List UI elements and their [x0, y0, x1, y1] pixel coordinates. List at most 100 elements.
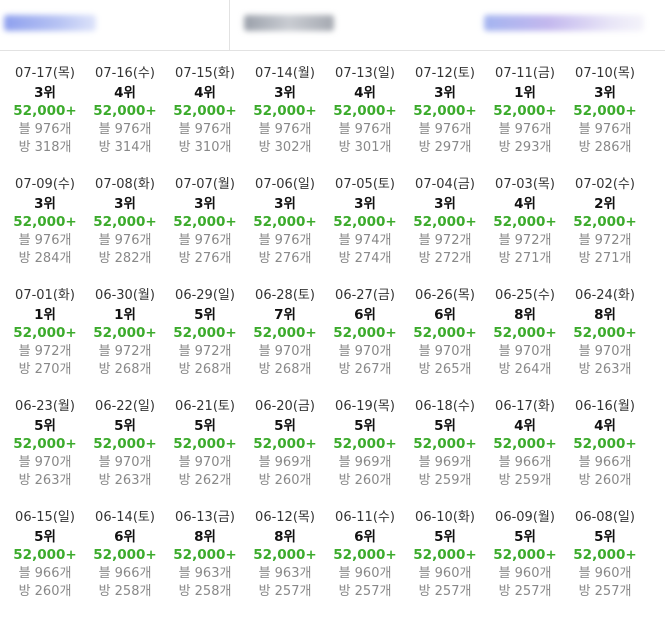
day-blog-count: 블 969개 — [338, 454, 392, 470]
day-card: 06-14(토) 6위 52,000+ 블 966개 방 258개 — [85, 509, 165, 620]
day-blog-count: 블 976개 — [498, 121, 552, 137]
day-rank: 3위 — [34, 84, 56, 101]
day-count: 52,000+ — [493, 214, 557, 230]
day-blog-count: 블 969개 — [418, 454, 472, 470]
day-count: 52,000+ — [173, 325, 237, 341]
day-blog-count: 블 972개 — [418, 232, 472, 248]
day-room-count: 방 260개 — [18, 584, 72, 599]
day-date: 06-12(목) — [255, 510, 315, 525]
day-count: 52,000+ — [253, 436, 317, 452]
day-room-count: 방 258개 — [98, 584, 152, 599]
day-blog-count: 블 972개 — [18, 343, 72, 359]
day-rank: 5위 — [34, 417, 56, 434]
day-count: 52,000+ — [13, 436, 77, 452]
day-card: 06-25(수) 8위 52,000+ 블 970개 방 264개 — [485, 287, 565, 398]
day-count: 52,000+ — [173, 103, 237, 119]
day-count: 52,000+ — [93, 214, 157, 230]
day-date: 06-24(화) — [575, 288, 635, 303]
day-date: 07-08(화) — [95, 177, 155, 192]
day-rank: 3위 — [114, 195, 136, 212]
day-rank: 8위 — [514, 306, 536, 323]
day-date: 07-01(화) — [15, 288, 75, 303]
day-rank: 5위 — [194, 306, 216, 323]
day-count: 52,000+ — [493, 547, 557, 563]
blurred-link[interactable] — [484, 15, 644, 31]
day-room-count: 방 257개 — [498, 584, 552, 599]
day-card: 07-10(목) 3위 52,000+ 블 976개 방 286개 — [565, 65, 645, 176]
day-count: 52,000+ — [493, 436, 557, 452]
day-count: 52,000+ — [333, 547, 397, 563]
day-date: 06-19(목) — [335, 399, 395, 414]
day-date: 06-22(일) — [95, 399, 155, 414]
day-count: 52,000+ — [173, 214, 237, 230]
day-count: 52,000+ — [573, 325, 637, 341]
day-date: 07-15(화) — [175, 66, 235, 81]
day-rank: 4위 — [514, 417, 536, 434]
day-rank: 5위 — [274, 417, 296, 434]
day-rank: 3위 — [434, 195, 456, 212]
day-date: 06-30(월) — [95, 288, 155, 303]
day-date: 06-13(금) — [175, 510, 235, 525]
day-rank: 6위 — [114, 528, 136, 545]
day-count: 52,000+ — [253, 103, 317, 119]
day-rank: 4위 — [594, 417, 616, 434]
day-room-count: 방 286개 — [578, 140, 632, 155]
day-blog-count: 블 970개 — [18, 454, 72, 470]
day-date: 06-09(월) — [495, 510, 555, 525]
day-card: 06-27(금) 6위 52,000+ 블 970개 방 267개 — [325, 287, 405, 398]
day-blog-count: 블 976개 — [178, 232, 232, 248]
day-room-count: 방 270개 — [18, 362, 72, 377]
day-date: 06-27(금) — [335, 288, 395, 303]
day-room-count: 방 271개 — [498, 251, 552, 266]
day-rank: 3위 — [194, 195, 216, 212]
daily-stats-grid: 07-17(목) 3위 52,000+ 블 976개 방 318개 07-16(… — [0, 51, 665, 620]
day-rank: 7위 — [274, 306, 296, 323]
day-blog-count: 블 976개 — [178, 121, 232, 137]
day-date: 07-17(목) — [15, 66, 75, 81]
day-date: 07-06(일) — [255, 177, 315, 192]
day-blog-count: 블 972개 — [98, 343, 152, 359]
day-blog-count: 블 976개 — [18, 121, 72, 137]
day-rank: 2위 — [594, 195, 616, 212]
day-count: 52,000+ — [253, 547, 317, 563]
day-blog-count: 블 970개 — [258, 343, 312, 359]
day-rank: 8위 — [594, 306, 616, 323]
day-count: 52,000+ — [333, 325, 397, 341]
day-count: 52,000+ — [493, 325, 557, 341]
day-blog-count: 블 966개 — [498, 454, 552, 470]
day-card: 06-15(일) 5위 52,000+ 블 966개 방 260개 — [5, 509, 85, 620]
day-room-count: 방 265개 — [418, 362, 472, 377]
day-date: 06-18(수) — [415, 399, 475, 414]
day-blog-count: 블 976개 — [418, 121, 472, 137]
day-card: 07-12(토) 3위 52,000+ 블 976개 방 297개 — [405, 65, 485, 176]
day-room-count: 방 258개 — [178, 584, 232, 599]
day-blog-count: 블 969개 — [258, 454, 312, 470]
day-count: 52,000+ — [13, 103, 77, 119]
day-room-count: 방 276개 — [178, 251, 232, 266]
day-card: 06-29(일) 5위 52,000+ 블 972개 방 268개 — [165, 287, 245, 398]
day-count: 52,000+ — [13, 325, 77, 341]
day-room-count: 방 276개 — [258, 251, 312, 266]
day-blog-count: 블 970개 — [418, 343, 472, 359]
day-blog-count: 블 960개 — [418, 565, 472, 581]
day-count: 52,000+ — [413, 325, 477, 341]
day-card: 06-21(토) 5위 52,000+ 블 970개 방 262개 — [165, 398, 245, 509]
day-date: 06-17(화) — [495, 399, 555, 414]
day-date: 06-16(월) — [575, 399, 635, 414]
day-count: 52,000+ — [93, 103, 157, 119]
day-rank: 3위 — [274, 195, 296, 212]
blurred-title — [4, 15, 96, 31]
day-blog-count: 블 970개 — [178, 454, 232, 470]
header — [0, 0, 665, 51]
day-blog-count: 블 976개 — [578, 121, 632, 137]
day-room-count: 방 259개 — [418, 473, 472, 488]
day-count: 52,000+ — [413, 547, 477, 563]
day-card: 06-08(일) 5위 52,000+ 블 960개 방 257개 — [565, 509, 645, 620]
day-card: 06-16(월) 4위 52,000+ 블 966개 방 260개 — [565, 398, 645, 509]
day-card: 07-03(목) 4위 52,000+ 블 972개 방 271개 — [485, 176, 565, 287]
day-date: 06-08(일) — [575, 510, 635, 525]
day-room-count: 방 301개 — [338, 140, 392, 155]
day-room-count: 방 284개 — [18, 251, 72, 266]
day-rank: 6위 — [434, 306, 456, 323]
day-rank: 8위 — [194, 528, 216, 545]
